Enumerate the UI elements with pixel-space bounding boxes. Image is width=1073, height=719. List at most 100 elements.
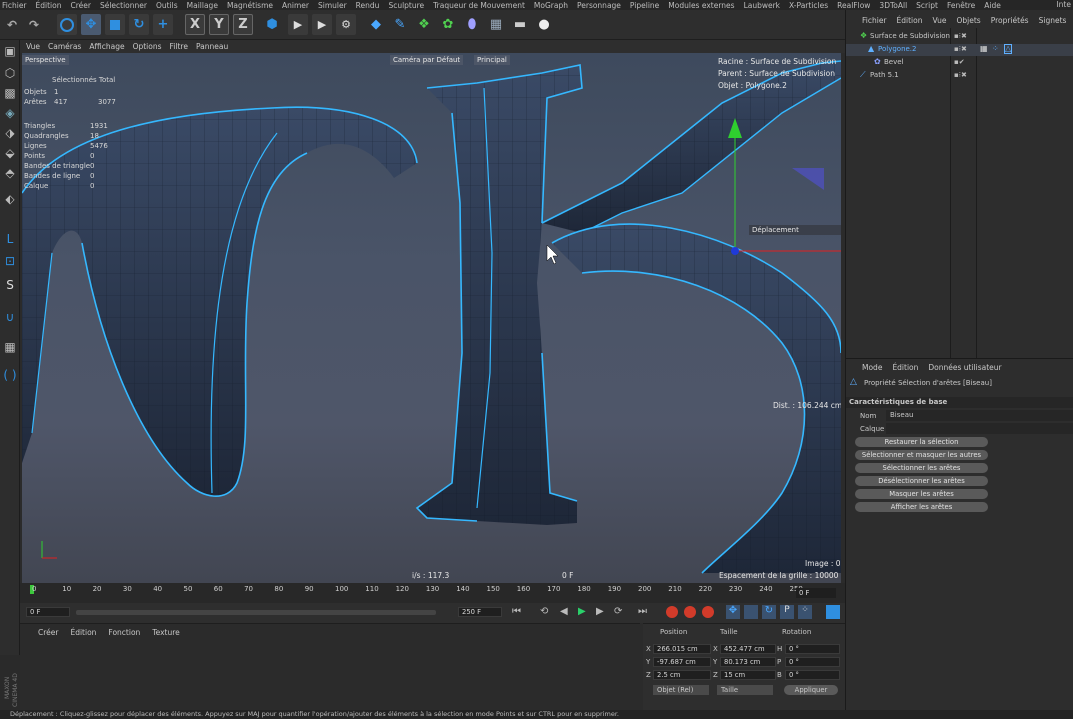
menu-traqueur[interactable]: Traqueur de Mouvement [433,1,525,10]
key-rotation-icon[interactable]: ↻ [762,605,776,619]
position-z-field[interactable]: 2.5 cm [653,670,711,680]
grid-snap-icon[interactable]: ▦ [1,338,19,356]
apply-button[interactable]: Appliquer [784,685,838,695]
prev-frame-icon[interactable]: ◀ [560,606,568,617]
menu-fichier[interactable]: Fichier [2,1,27,10]
polygon-selection-tag-icon[interactable]: ⁘ [992,44,999,53]
object-row-path[interactable]: ⟋ Path 5.1 ▪⁝✖ [846,70,1073,82]
object-menu-objets[interactable]: Objets [956,16,980,25]
points-mode-icon[interactable]: ⬗ [1,124,19,142]
menu-3dtoall[interactable]: 3DToAll [879,1,907,10]
render-picture-viewer-icon[interactable]: ▶ [312,14,332,35]
attribute-menu-mode[interactable]: Mode [862,363,882,372]
size-y-field[interactable]: 80.173 cm [720,657,776,667]
camera-icon[interactable]: ▬ [510,14,530,35]
viewport-menu-affichage[interactable]: Affichage [89,42,124,51]
cloner-icon[interactable]: ✿ [438,14,458,35]
recent-tool-icon[interactable]: + [153,14,173,35]
object-row-subdivision[interactable]: ❖ Surface de Subdivision ▪⁝✖ [846,31,1073,43]
light-icon[interactable]: ● [534,14,554,35]
record-key-icon[interactable] [666,606,678,618]
key-pla-icon[interactable]: ⁘ [798,605,812,619]
restore-selection-button[interactable]: Restaurer la sélection [855,437,988,447]
texture-mode-icon[interactable]: ▩ [1,84,19,102]
attribute-menu-donnees[interactable]: Données utilisateur [928,363,1001,372]
subdivision-surface-icon[interactable]: ❖ [414,14,434,35]
live-selection-icon[interactable] [57,14,77,35]
object-menu-proprietes[interactable]: Propriétés [991,16,1029,25]
start-frame-field[interactable]: 0 F [26,607,70,617]
keyframe-selection-icon[interactable] [702,606,714,618]
layer-field[interactable] [886,423,1073,434]
frame-range-slider[interactable] [76,610,436,615]
select-hide-others-button[interactable]: Sélectionner et masquer les autres [855,450,988,460]
timeline-current-frame-field[interactable]: 0 F [796,588,836,598]
object-row-polygone2[interactable]: ▲ Polygone.2 ▪⁝✖ ▦ ⁘ △ [846,44,1073,56]
x-axis-lock-icon[interactable]: X [185,14,205,35]
object-row-bevel[interactable]: ✿ Bevel ▪✔ [846,57,1073,69]
rotate-tool-icon[interactable]: ↻ [129,14,149,35]
menu-maillage[interactable]: Maillage [187,1,218,10]
next-frame-icon[interactable]: ▶ [596,606,604,617]
end-frame-field[interactable]: 250 F [458,607,502,617]
size-z-field[interactable]: 15 cm [720,670,776,680]
size-x-field[interactable]: 452.477 cm [720,644,776,654]
select-edges-button[interactable]: Sélectionner les arêtes [855,463,988,473]
prev-key-icon[interactable]: ⟲ [540,606,548,617]
menu-realflow[interactable]: RealFlow [837,1,870,10]
menu-pipeline[interactable]: Pipeline [630,1,659,10]
redo-icon[interactable]: ↷ [24,14,44,35]
material-menu-edition[interactable]: Édition [70,628,96,637]
key-position-icon[interactable]: ✥ [726,605,740,619]
position-x-field[interactable]: 266.015 cm [653,644,711,654]
autokey-icon[interactable] [684,606,696,618]
scale-tool-icon[interactable] [105,14,125,35]
move-tool-icon[interactable]: ✥ [81,14,101,35]
menu-fenetre[interactable]: Fenêtre [947,1,975,10]
position-y-field[interactable]: -97.687 cm [653,657,711,667]
magnet-icon[interactable]: ∪ [1,308,19,326]
menu-x-particles[interactable]: X-Particles [789,1,828,10]
menu-interface-label[interactable]: Inte [1056,0,1071,10]
menu-script[interactable]: Script [916,1,938,10]
material-menu-creer[interactable]: Créer [38,628,58,637]
deformer-icon[interactable]: ⬮ [462,14,482,35]
key-parameter-icon[interactable]: P [780,605,794,619]
z-axis-lock-icon[interactable]: Z [233,14,253,35]
viewport-principal-label[interactable]: Principal [474,55,510,65]
material-menu-texture[interactable]: Texture [152,628,179,637]
attribute-menu-edition[interactable]: Édition [892,363,918,372]
coords-mode-select[interactable]: Objet (Rel) [653,685,709,695]
visibility-toggle-icon[interactable]: ▪⁝✖ [954,32,967,40]
hide-edges-button[interactable]: Masquer les arêtes [855,489,988,499]
perspective-viewport[interactable]: Perspective Caméra par Défaut Principal … [22,53,841,583]
next-key-icon[interactable]: ⟳ [614,606,622,617]
menu-aide[interactable]: Aide [984,1,1001,10]
y-axis-lock-icon[interactable]: Y [209,14,229,35]
name-field[interactable]: Biseau [886,410,1073,421]
viewport-menu-panneau[interactable]: Panneau [196,42,228,51]
make-editable-icon[interactable]: ▣ [1,42,19,60]
menu-simuler[interactable]: Simuler [318,1,347,10]
render-view-icon[interactable]: ▶ [288,14,308,35]
menu-magnetisme[interactable]: Magnétisme [227,1,273,10]
rotation-p-field[interactable]: 0 ° [785,657,840,667]
viewport-menu-options[interactable]: Options [133,42,162,51]
axis-mode-icon[interactable]: ⬖ [1,190,19,208]
cube-primitive-icon[interactable]: ◆ [366,14,386,35]
timeline-settings-icon[interactable] [826,605,840,619]
go-start-icon[interactable]: ⏮ [512,606,521,617]
model-mode-icon[interactable]: ⬡ [1,64,19,82]
viewport-menu-filtre[interactable]: Filtre [170,42,188,51]
section-header[interactable]: Caractéristiques de base [846,397,1073,408]
viewport-menu-cameras[interactable]: Caméras [48,42,81,51]
menu-laubwerk[interactable]: Laubwerk [744,1,780,10]
show-edges-button[interactable]: Afficher les arêtes [855,502,988,512]
viewport-camera-label[interactable]: Caméra par Défaut [390,55,464,65]
menu-modules-externes[interactable]: Modules externes [668,1,734,10]
edge-selection-tag-icon[interactable]: △ [1004,44,1013,54]
symmetry-icon[interactable]: ( ) [1,366,19,384]
menu-edition[interactable]: Édition [36,1,62,10]
menu-personnage[interactable]: Personnage [577,1,621,10]
menu-outils[interactable]: Outils [156,1,178,10]
